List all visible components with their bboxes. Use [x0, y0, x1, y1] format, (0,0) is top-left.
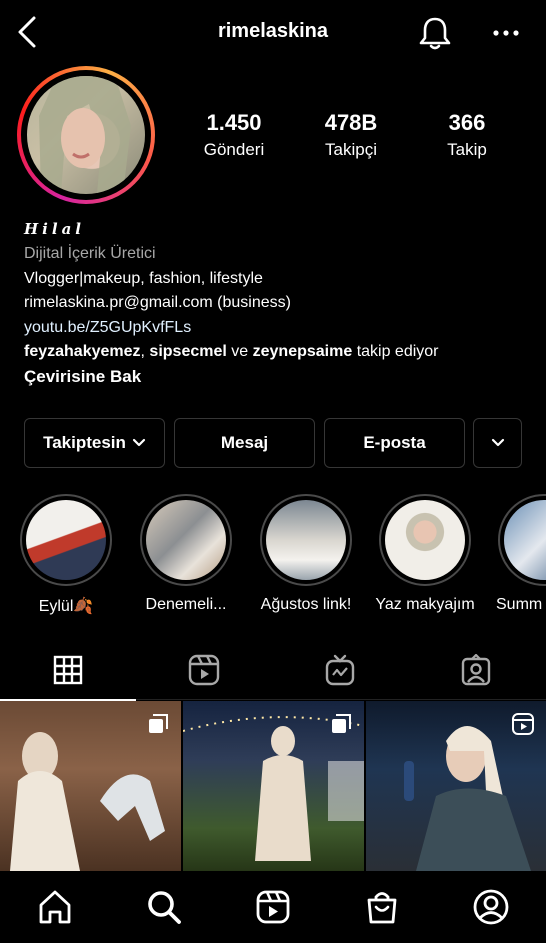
highlight-label: Ağustos link! — [260, 596, 352, 613]
story-highlight[interactable]: Summ — [486, 494, 546, 614]
stat-label: Takipçi — [325, 140, 377, 159]
story-highlight[interactable]: Denemeli... — [128, 494, 244, 614]
stat-value: 1.450 — [206, 110, 262, 135]
profile-category: Dijital İçerik Üretici — [24, 245, 156, 262]
tagged-user-icon — [461, 654, 491, 686]
more-horizontal-icon — [493, 30, 519, 36]
reels-icon — [256, 890, 290, 924]
follower-username: sipsecmel — [149, 343, 227, 361]
stat-value: 478B — [324, 110, 378, 135]
carousel-icon — [149, 714, 168, 733]
follower-username: feyzahakyemez — [24, 343, 141, 361]
notifications-button[interactable] — [416, 14, 454, 52]
story-highlight[interactable]: Yaz makyajım — [367, 494, 483, 614]
reels-icon — [188, 654, 220, 686]
stat-value: 366 — [448, 110, 486, 135]
follower-username: zeynepsaime — [252, 343, 353, 361]
highlight-cover — [266, 500, 346, 580]
carousel-icon — [332, 714, 351, 733]
avatar-story-ring[interactable] — [17, 66, 155, 204]
highlight-label: Summ — [496, 596, 543, 613]
bell-icon — [419, 17, 451, 50]
post-grid — [0, 701, 546, 871]
top-bar: rimelaskina — [0, 0, 546, 66]
bio-email-line: rimelaskina.pr@gmail.com (business) — [24, 294, 291, 312]
followers-count-stat[interactable]: 478B Takipçi — [301, 110, 401, 160]
shopping-bag-icon — [367, 892, 397, 924]
story-highlight[interactable]: Eylül🍂 — [8, 494, 124, 616]
highlight-label: Yaz makyajım — [375, 596, 475, 613]
posts-count-stat[interactable]: 1.450 Gönderi — [184, 110, 284, 160]
nav-home[interactable] — [35, 887, 75, 927]
highlight-cover — [504, 500, 546, 580]
tab-igtv[interactable] — [272, 640, 408, 700]
bottom-navigation — [0, 871, 546, 943]
nav-search[interactable] — [144, 887, 184, 927]
message-button-label: Mesaj — [220, 433, 269, 452]
nav-profile[interactable] — [471, 887, 511, 927]
story-highlight[interactable]: Ağustos link! — [248, 494, 364, 614]
following-button[interactable]: Takiptesin — [24, 418, 165, 468]
more-options-button[interactable] — [488, 16, 524, 50]
bio-text-line: Vlogger|makeup, fashion, lifestyle — [24, 269, 263, 287]
see-translation-link[interactable]: Çevirisine Bak — [24, 367, 534, 387]
chevron-left-icon — [18, 16, 36, 48]
highlight-label: Denemeli... — [145, 596, 227, 613]
chevron-down-icon — [132, 438, 146, 447]
email-button[interactable]: E-posta — [324, 418, 465, 468]
stat-label: Takip — [447, 140, 487, 159]
nav-reels[interactable] — [253, 887, 293, 927]
home-icon — [39, 890, 71, 924]
grid-icon — [53, 655, 83, 685]
tab-tagged[interactable] — [408, 640, 544, 700]
post-thumbnail[interactable] — [0, 701, 181, 871]
search-icon — [148, 891, 181, 924]
highlight-cover — [26, 500, 106, 580]
profile-bio: Hilal Dijital İçerik Üretici Vlogger|mak… — [24, 220, 534, 387]
back-button[interactable] — [14, 14, 44, 50]
avatar — [27, 76, 145, 194]
post-thumbnail[interactable] — [182, 701, 365, 871]
chevron-down-icon — [491, 438, 504, 447]
email-button-label: E-posta — [363, 433, 426, 452]
bio-website-link[interactable]: youtu.be/Z5GUpKvfFLs — [24, 316, 534, 341]
following-button-label: Takiptesin — [43, 433, 126, 452]
display-name: Hilal — [24, 220, 85, 238]
tab-reels[interactable] — [136, 640, 272, 700]
message-button[interactable]: Mesaj — [174, 418, 315, 468]
tab-posts-grid[interactable] — [0, 640, 136, 701]
profile-tabs — [0, 640, 546, 701]
profile-icon — [473, 889, 509, 925]
highlight-cover — [385, 500, 465, 580]
post-thumbnail[interactable] — [366, 701, 546, 871]
highlight-cover — [146, 500, 226, 580]
reels-icon — [512, 713, 534, 735]
following-count-stat[interactable]: 366 Takip — [417, 110, 517, 160]
nav-shop[interactable] — [362, 887, 402, 927]
highlight-label: Eylül🍂 — [38, 598, 94, 615]
profile-username: rimelaskina — [217, 20, 329, 42]
suggested-accounts-button[interactable] — [473, 418, 522, 468]
followed-by-line[interactable]: feyzahakyemez, sipsecmel ve zeynepsaime … — [24, 340, 534, 365]
igtv-icon — [325, 654, 355, 686]
stat-label: Gönderi — [203, 140, 265, 159]
